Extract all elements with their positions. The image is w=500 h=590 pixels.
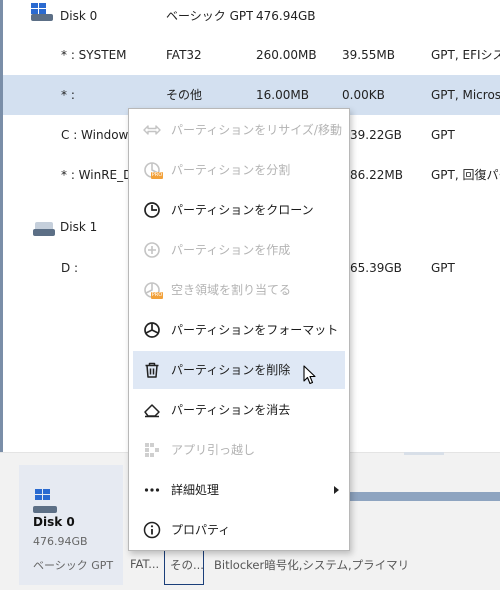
disk-icon (33, 487, 59, 513)
partition-used: 39.22GB (350, 128, 402, 142)
disk-icon (31, 3, 53, 21)
menu-item-label: パーティションを消去 (171, 403, 291, 417)
partition-name: * : SYSTEM (61, 48, 127, 62)
partition-used: 39.55MB (342, 48, 395, 62)
resize-move-icon (143, 125, 161, 135)
disk-row-disk0[interactable]: Disk 0 ベーシック GPT 476.94GB (3, 0, 500, 36)
menu-item-create[interactable]: パーティションを作成 (133, 231, 345, 269)
disk-card-type: ベーシック GPT (33, 559, 114, 572)
menu-item-clone[interactable]: パーティションをクローン (133, 191, 345, 229)
partition-info: GPT (431, 261, 455, 275)
partition-capacity: 260.00MB (256, 48, 317, 62)
menu-item-label: パーティションをフォーマット (171, 323, 339, 337)
menu-item-allocate[interactable]: PRO 空き領域を割り当てる (133, 271, 345, 309)
disk-type: ベーシック GPT (166, 9, 254, 23)
pro-badge: PRO (151, 292, 163, 299)
partition-name: C : Windows (61, 128, 131, 142)
menu-item-resize-move[interactable]: パーティションをリサイズ/移動 (133, 111, 345, 149)
disk-name: Disk 1 (60, 220, 98, 234)
partition-name: * : WinRE_DR (61, 168, 131, 182)
menu-item-label: パーティションをクローン (171, 203, 314, 217)
create-partition-icon (144, 242, 160, 258)
menu-item-wipe[interactable]: パーティションを消去 (133, 391, 345, 429)
menu-item-split[interactable]: PRO パーティションを分割 (133, 151, 345, 189)
partition-info: GPT, EFIシステ (431, 48, 500, 62)
menu-item-advanced[interactable]: 詳細処理 (133, 471, 345, 509)
partition-usage-bar (350, 492, 500, 501)
menu-item-label: パーティションを削除 (171, 363, 291, 377)
context-menu: パーティションをリサイズ/移動 PRO パーティションを分割 パーティションをク… (128, 108, 350, 551)
info-icon (143, 521, 161, 539)
partition-info: GPT (431, 128, 455, 142)
partition-block-label[interactable]: その... (170, 557, 204, 573)
disk-card-size: 476.94GB (33, 535, 88, 548)
disk-size: 476.94GB (256, 9, 316, 23)
app-migrate-icon (145, 443, 159, 457)
partition-info: GPT, 回復パー (431, 168, 500, 182)
menu-item-label: パーティションを分割 (171, 163, 291, 177)
disk-name: Disk 0 (60, 9, 98, 23)
partition-used: 65.39GB (350, 261, 402, 275)
menu-item-label: アプリ引っ越し (171, 443, 256, 457)
pro-badge: PRO (151, 172, 163, 179)
partition-name: D : (61, 261, 79, 275)
menu-item-properties[interactable]: プロパティ (133, 511, 345, 549)
more-dots-icon (144, 488, 160, 492)
menu-item-app-migrate[interactable]: アプリ引っ越し (133, 431, 345, 469)
partition-used: 86.22MB (350, 168, 403, 182)
partition-fs: FAT32 (166, 48, 202, 62)
hard-drive-icon (33, 218, 55, 236)
disk-card-name: Disk 0 (33, 515, 75, 529)
trash-icon (145, 362, 159, 378)
menu-item-label: パーティションをリサイズ/移動 (171, 123, 342, 137)
eraser-icon (144, 404, 160, 418)
format-partition-icon (144, 322, 160, 338)
mouse-cursor-icon (303, 365, 316, 385)
menu-item-label: パーティションを作成 (171, 243, 291, 257)
partition-name: * : (61, 88, 75, 102)
partition-block-label[interactable]: FAT... (130, 557, 159, 571)
partition-row[interactable]: * : SYSTEM FAT32 260.00MB 39.55MB GPT, E… (3, 35, 500, 75)
panel-splitter[interactable] (404, 452, 444, 455)
menu-item-label: プロパティ (171, 523, 231, 537)
menu-item-format[interactable]: パーティションをフォーマット (133, 311, 345, 349)
menu-item-label: 空き領域を割り当てる (171, 283, 292, 297)
partition-info: GPT, Microso (431, 88, 500, 102)
submenu-arrow-icon (334, 486, 339, 494)
menu-item-label: 詳細処理 (171, 483, 220, 497)
disk-card[interactable]: Disk 0 476.94GB ベーシック GPT (19, 465, 123, 585)
partition-block-label[interactable]: Bitlocker暗号化,システム,プライマリ (214, 557, 409, 573)
clone-partition-icon (144, 202, 160, 218)
